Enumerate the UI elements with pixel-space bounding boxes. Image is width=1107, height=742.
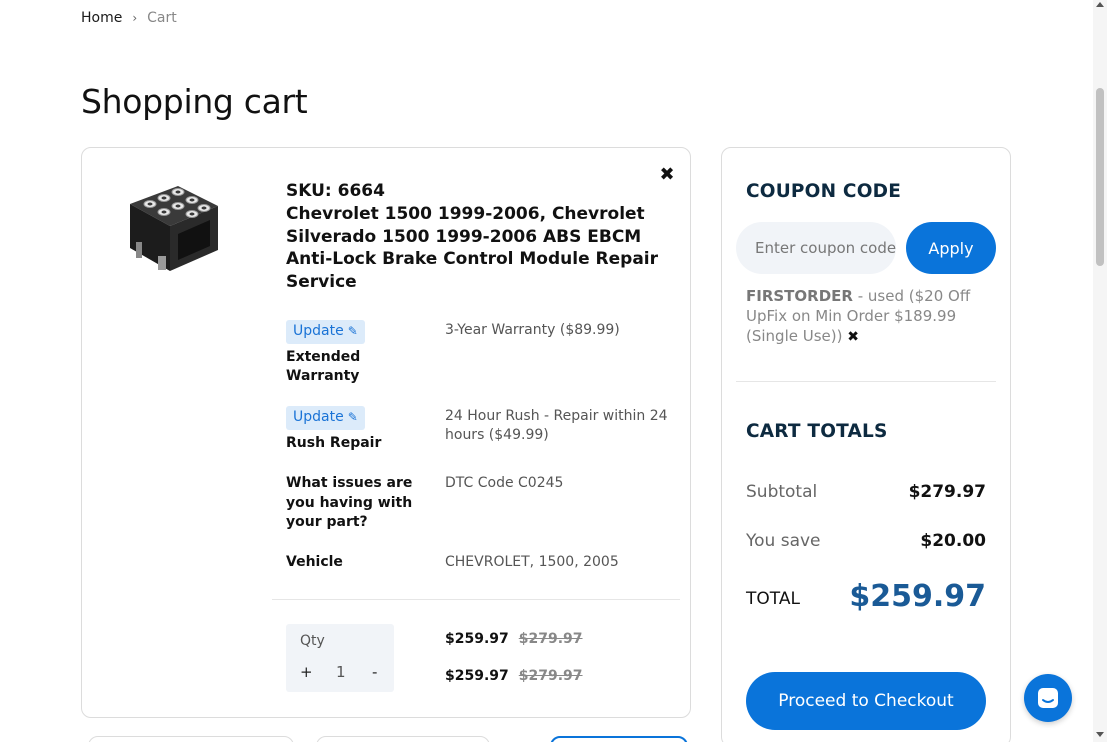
option-label-issues: What issues are you having with your par… — [286, 475, 413, 530]
option-label-vehicle: Vehicle — [286, 554, 343, 570]
breadcrumb-home-link[interactable]: Home — [81, 10, 122, 26]
breadcrumb-separator: › — [132, 11, 138, 25]
scrollbar[interactable] — [1093, 0, 1107, 742]
chat-launcher-button[interactable] — [1024, 674, 1072, 722]
partial-button[interactable] — [316, 736, 490, 742]
applied-coupon-note: FIRSTORDER - used ($20 Off UpFix on Min … — [746, 286, 986, 347]
pencil-icon: ✎ — [347, 410, 358, 424]
option-value-rush: 24 Hour Rush - Repair within 24 hours ($… — [445, 408, 668, 443]
price-line: $259.97 $279.97 — [445, 631, 583, 647]
coupon-input[interactable] — [736, 222, 896, 274]
apply-coupon-button[interactable]: Apply — [906, 222, 996, 274]
product-image[interactable] — [118, 176, 232, 280]
price-current: $259.97 — [445, 631, 509, 647]
line-total-current: $259.97 — [445, 668, 509, 684]
savings-value: $20.00 — [920, 531, 986, 551]
item-sku: SKU: 6664 — [286, 181, 385, 201]
price-line-total: $259.97 $279.97 — [445, 668, 583, 684]
scroll-up-arrow[interactable] — [1096, 2, 1104, 7]
option-label-rush: Update ✎ Rush Repair — [286, 406, 426, 453]
subtotal-value: $279.97 — [908, 482, 986, 502]
update-warranty-button[interactable]: Update ✎ — [286, 320, 365, 344]
qty-increase-button[interactable]: + — [300, 663, 313, 681]
line-total-original: $279.97 — [518, 668, 583, 684]
option-label-warranty: Update ✎ Extended Warranty — [286, 320, 426, 387]
applied-coupon-code: FIRSTORDER — [746, 287, 853, 305]
chat-icon — [1038, 688, 1058, 708]
qty-value[interactable]: 1 — [336, 663, 346, 681]
breadcrumb-current: Cart — [147, 10, 177, 26]
subtotal-label: Subtotal — [746, 482, 818, 502]
coupon-title: COUPON CODE — [746, 181, 902, 202]
item-divider — [272, 599, 680, 600]
breadcrumb: Home › Cart — [81, 10, 177, 26]
update-rush-button[interactable]: Update ✎ — [286, 406, 365, 430]
cart-item-card: ✖ SKU: 6664 Chevrolet 1500 1999-2006, Ch… — [81, 147, 691, 718]
partial-button[interactable] — [550, 736, 688, 742]
option-value-warranty: 3-Year Warranty ($89.99) — [445, 322, 620, 338]
savings-label: You save — [746, 531, 821, 551]
total-label: TOTAL — [746, 589, 800, 609]
summary-divider — [736, 381, 996, 382]
proceed-to-checkout-button[interactable]: Proceed to Checkout — [746, 672, 986, 730]
item-name: Chevrolet 1500 1999-2006, Chevrolet Silv… — [286, 204, 658, 292]
option-value-issues: DTC Code C0245 — [445, 475, 564, 491]
partial-button[interactable] — [88, 736, 294, 742]
scrollbar-thumb[interactable] — [1096, 88, 1104, 266]
scroll-down-arrow[interactable] — [1096, 732, 1104, 737]
option-value-vehicle: CHEVROLET, 1500, 2005 — [445, 554, 619, 570]
pencil-icon: ✎ — [347, 324, 358, 338]
cart-totals-title: CART TOTALS — [746, 421, 888, 442]
qty-decrease-button[interactable]: - — [372, 663, 377, 681]
qty-label: Qty — [300, 633, 325, 649]
remove-coupon-icon[interactable]: ✖ — [847, 329, 859, 345]
page-title: Shopping cart — [81, 82, 308, 121]
cart-summary-panel: COUPON CODE Apply FIRSTORDER - used ($20… — [721, 147, 1011, 742]
total-value: $259.97 — [849, 579, 986, 614]
price-original: $279.97 — [518, 631, 583, 647]
quantity-stepper: Qty + 1 - — [286, 624, 394, 692]
